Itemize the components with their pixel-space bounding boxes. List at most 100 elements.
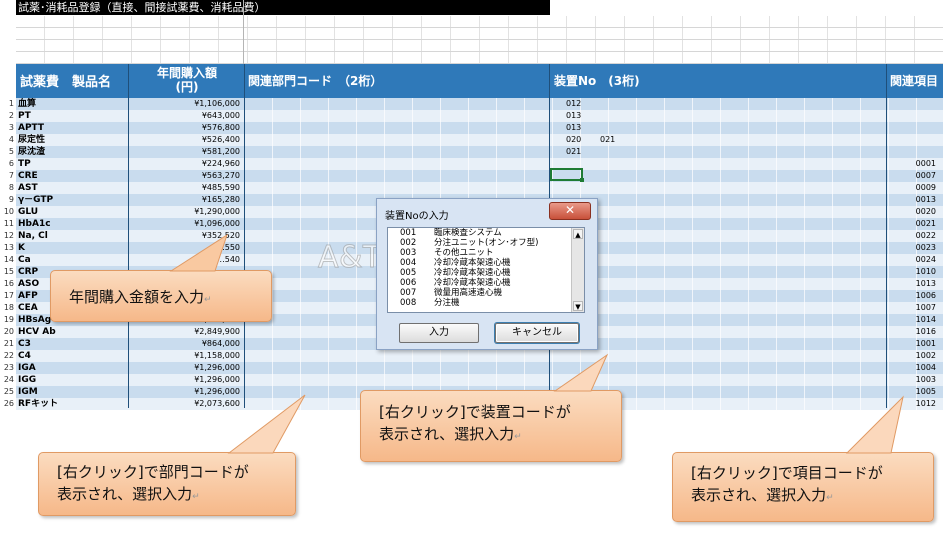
- item-code-cell[interactable]: 1002: [886, 350, 936, 362]
- product-name-cell[interactable]: PT: [18, 110, 128, 122]
- amount-cell[interactable]: ¥1,158,000: [128, 350, 240, 362]
- list-item[interactable]: 007 微量用高速遠心機: [388, 288, 584, 298]
- row-number[interactable]: 9: [0, 194, 16, 206]
- list-item[interactable]: 002 分注ユニット(オン･オフ型): [388, 238, 584, 248]
- amount-cell[interactable]: ¥1,296,000: [128, 362, 240, 374]
- row-number[interactable]: 13: [0, 242, 16, 254]
- item-code-cell[interactable]: 1014: [886, 314, 936, 326]
- device-code-cell[interactable]: [600, 326, 630, 338]
- list-item[interactable]: 008 分注機: [388, 298, 584, 308]
- item-code-cell[interactable]: 1004: [886, 362, 936, 374]
- amount-cell[interactable]: ¥224,960: [128, 158, 240, 170]
- device-code-cell[interactable]: [566, 182, 596, 194]
- amount-cell[interactable]: ¥485,590: [128, 182, 240, 194]
- amount-cell[interactable]: ¥1,290,000: [128, 206, 240, 218]
- row-number[interactable]: 25: [0, 386, 16, 398]
- product-name-cell[interactable]: IGA: [18, 362, 128, 374]
- list-item[interactable]: 006 冷却冷蔵本架遠心機: [388, 278, 584, 288]
- row-number[interactable]: 10: [0, 206, 16, 218]
- row-number[interactable]: 1: [0, 98, 16, 110]
- row-number[interactable]: 18: [0, 302, 16, 314]
- product-name-cell[interactable]: IGM: [18, 386, 128, 398]
- device-code-cell[interactable]: [600, 218, 630, 230]
- amount-cell[interactable]: ¥864,000: [128, 338, 240, 350]
- product-name-cell[interactable]: TP: [18, 158, 128, 170]
- item-code-cell[interactable]: 0013: [886, 194, 936, 206]
- device-code-cell[interactable]: 012: [566, 98, 596, 110]
- item-code-cell[interactable]: [886, 146, 936, 158]
- device-code-cell[interactable]: 013: [566, 110, 596, 122]
- device-code-cell[interactable]: [600, 110, 630, 122]
- device-code-cell[interactable]: [600, 182, 630, 194]
- product-name-cell[interactable]: C3: [18, 338, 128, 350]
- device-code-cell[interactable]: [600, 302, 630, 314]
- row-number[interactable]: 7: [0, 170, 16, 182]
- device-code-cell[interactable]: 021: [566, 146, 596, 158]
- row-number[interactable]: 22: [0, 350, 16, 362]
- product-name-cell[interactable]: CRE: [18, 170, 128, 182]
- scroll-down-arrow-icon[interactable]: ▼: [573, 301, 583, 311]
- item-code-cell[interactable]: 1013: [886, 278, 936, 290]
- product-name-cell[interactable]: GLU: [18, 206, 128, 218]
- scroll-up-arrow-icon[interactable]: ▲: [573, 229, 583, 239]
- device-code-cell[interactable]: [600, 122, 630, 134]
- product-name-cell[interactable]: C4: [18, 350, 128, 362]
- device-code-cell[interactable]: [600, 290, 630, 302]
- item-code-cell[interactable]: [886, 98, 936, 110]
- device-code-cell[interactable]: 021: [600, 134, 630, 146]
- amount-cell[interactable]: ¥1,096,000: [128, 218, 240, 230]
- amount-cell[interactable]: ¥581,200: [128, 146, 240, 158]
- device-code-cell[interactable]: [600, 206, 630, 218]
- product-name-cell[interactable]: K: [18, 242, 128, 254]
- device-code-cell[interactable]: [600, 230, 630, 242]
- device-code-cell[interactable]: [600, 314, 630, 326]
- item-code-cell[interactable]: 0024: [886, 254, 936, 266]
- row-number[interactable]: 11: [0, 218, 16, 230]
- amount-cell[interactable]: ¥2,849,900: [128, 326, 240, 338]
- row-number[interactable]: 4: [0, 134, 16, 146]
- device-listbox[interactable]: 001 臨床検査システム 002 分注ユニット(オン･オフ型) 003 その他ユニット 00…: [387, 227, 585, 313]
- amount-cell[interactable]: ¥643,000: [128, 110, 240, 122]
- item-code-cell[interactable]: [886, 134, 936, 146]
- item-code-cell[interactable]: 0020: [886, 206, 936, 218]
- list-item[interactable]: 003 その他ユニット: [388, 248, 584, 258]
- device-code-cell[interactable]: 020: [566, 134, 596, 146]
- item-code-cell[interactable]: 1006: [886, 290, 936, 302]
- fill-handle[interactable]: [580, 178, 584, 182]
- row-number[interactable]: 24: [0, 374, 16, 386]
- list-item[interactable]: 001 臨床検査システム: [388, 228, 584, 238]
- amount-cell[interactable]: ¥1,296,000: [128, 374, 240, 386]
- product-name-cell[interactable]: IGG: [18, 374, 128, 386]
- row-number[interactable]: 2: [0, 110, 16, 122]
- item-code-cell[interactable]: 0001: [886, 158, 936, 170]
- product-name-cell[interactable]: Na, Cl: [18, 230, 128, 242]
- amount-cell[interactable]: ¥1,296,000: [128, 386, 240, 398]
- item-code-cell[interactable]: [886, 110, 936, 122]
- amount-cell[interactable]: ¥526,400: [128, 134, 240, 146]
- amount-cell[interactable]: ¥1,106,000: [128, 98, 240, 110]
- row-number[interactable]: 5: [0, 146, 16, 158]
- device-code-cell[interactable]: 013: [566, 122, 596, 134]
- list-scrollbar[interactable]: ▲ ▼: [571, 228, 584, 312]
- item-code-cell[interactable]: [886, 122, 936, 134]
- item-code-cell[interactable]: 0007: [886, 170, 936, 182]
- empty-grid-area[interactable]: [16, 16, 943, 64]
- product-name-cell[interactable]: Ca: [18, 254, 128, 266]
- list-item[interactable]: 004 冷却冷蔵本架遠心機: [388, 258, 584, 268]
- row-number[interactable]: 14: [0, 254, 16, 266]
- selected-cell[interactable]: [550, 168, 584, 182]
- device-code-cell[interactable]: [600, 98, 630, 110]
- item-code-cell[interactable]: 1007: [886, 302, 936, 314]
- row-number[interactable]: 21: [0, 338, 16, 350]
- item-code-cell[interactable]: 1016: [886, 326, 936, 338]
- amount-cell[interactable]: ¥563,270: [128, 170, 240, 182]
- amount-cell[interactable]: ¥2,073,600: [128, 398, 240, 410]
- item-code-cell[interactable]: 1001: [886, 338, 936, 350]
- device-code-cell[interactable]: [600, 338, 630, 350]
- device-code-cell[interactable]: [600, 170, 630, 182]
- product-name-cell[interactable]: APTT: [18, 122, 128, 134]
- row-number[interactable]: 19: [0, 314, 16, 326]
- close-button[interactable]: ✕: [549, 202, 591, 220]
- product-name-cell[interactable]: 尿沈渣: [18, 146, 128, 158]
- product-name-cell[interactable]: HCV Ab: [18, 326, 128, 338]
